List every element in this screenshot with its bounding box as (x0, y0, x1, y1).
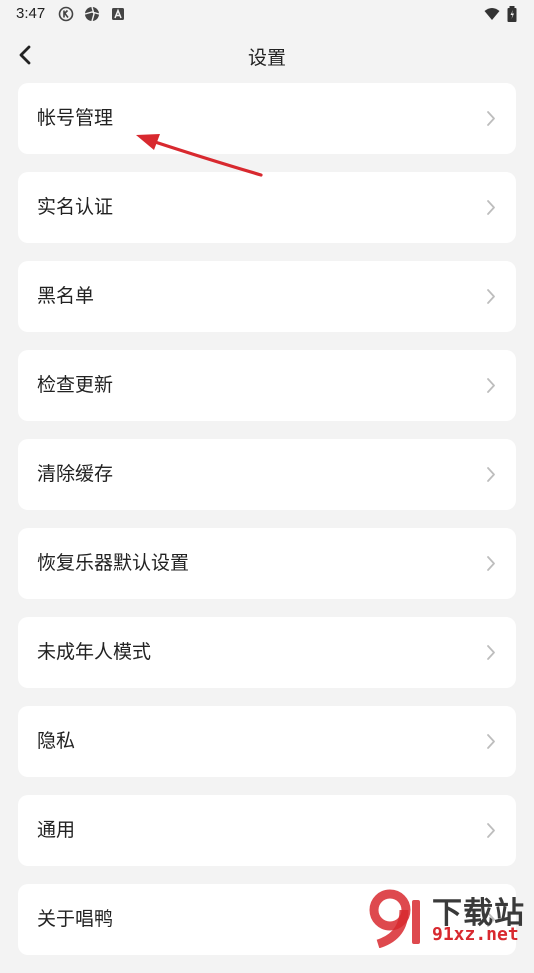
menu-item-label: 帐号管理 (37, 107, 114, 129)
chevron-right-icon (487, 111, 495, 126)
nav-bar: 设置 (0, 34, 534, 76)
menu-item-general[interactable]: 通用 (18, 795, 516, 866)
menu-item-real-name[interactable]: 实名认证 (18, 172, 516, 243)
battery-icon (507, 6, 517, 22)
menu-item-account[interactable]: 帐号管理 (18, 83, 516, 154)
menu-item-label: 黑名单 (37, 285, 95, 307)
menu-item-label: 检查更新 (37, 374, 114, 396)
chevron-right-icon (487, 912, 495, 927)
wifi-icon (484, 8, 500, 20)
chevron-right-icon (487, 734, 495, 749)
chevron-right-icon (487, 645, 495, 660)
menu-item-clear-cache[interactable]: 清除缓存 (18, 439, 516, 510)
menu-item-blacklist[interactable]: 黑名单 (18, 261, 516, 332)
menu-item-minor-mode[interactable]: 未成年人模式 (18, 617, 516, 688)
menu-item-label: 实名认证 (37, 196, 114, 218)
menu-item-check-update[interactable]: 检查更新 (18, 350, 516, 421)
menu-item-label: 隐私 (37, 730, 76, 752)
chevron-right-icon (487, 289, 495, 304)
chevron-right-icon (487, 378, 495, 393)
chevron-right-icon (487, 556, 495, 571)
menu-item-restore-instrument[interactable]: 恢复乐器默认设置 (18, 528, 516, 599)
settings-menu: 帐号管理 实名认证 黑名单 检查更新 清除缓存 恢复乐器默认设置 未成年人模式 … (18, 83, 516, 973)
menu-item-label: 未成年人模式 (37, 641, 152, 663)
menu-item-privacy[interactable]: 隐私 (18, 706, 516, 777)
status-time: 3:47 (16, 5, 46, 22)
chevron-right-icon (487, 823, 495, 838)
menu-item-about[interactable]: 关于唱鸭 (18, 884, 516, 955)
a-box-icon (112, 8, 124, 20)
menu-item-label: 恢复乐器默认设置 (37, 552, 190, 574)
status-bar: 3:47 (0, 0, 534, 30)
menu-item-label: 关于唱鸭 (37, 908, 114, 930)
page-title: 设置 (247, 47, 286, 69)
chevron-right-icon (487, 467, 495, 482)
aperture-icon (84, 6, 100, 22)
k-circle-icon (58, 6, 74, 22)
menu-item-label: 通用 (37, 819, 76, 841)
menu-item-label: 清除缓存 (37, 463, 114, 485)
chevron-right-icon (487, 200, 495, 215)
